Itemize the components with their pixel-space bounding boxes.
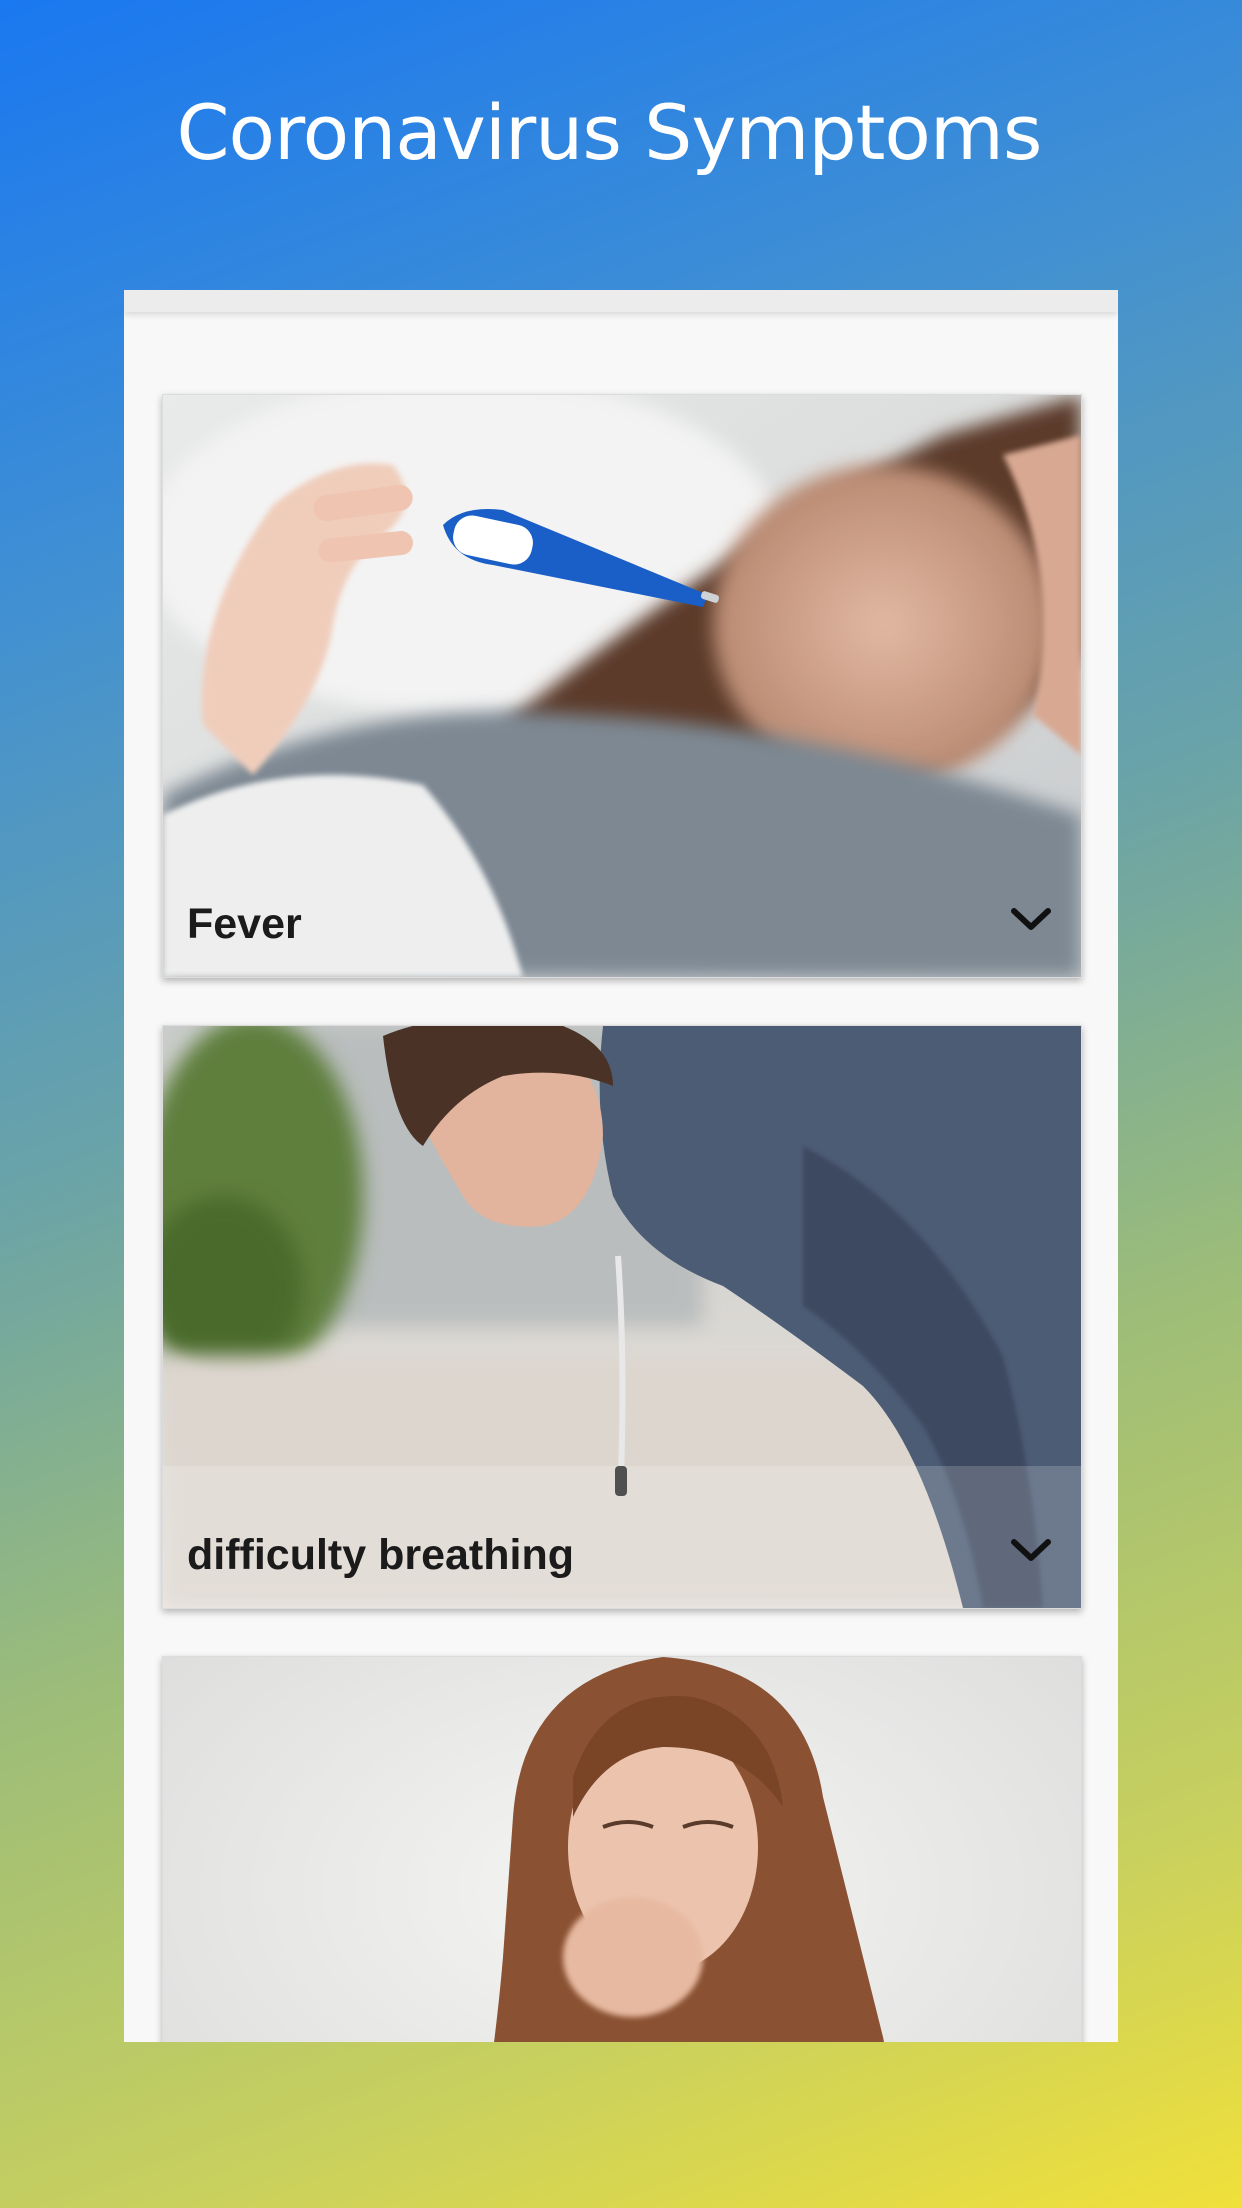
list-top-bar (124, 290, 1118, 312)
cough-photo (163, 1657, 1081, 2042)
symptom-card-difficulty-breathing[interactable]: difficulty breathing (162, 1025, 1082, 1609)
symptom-card-cough[interactable] (162, 1656, 1082, 2042)
symptom-list[interactable]: Fever difficulty breathing (124, 290, 1118, 2042)
fever-photo (163, 395, 1081, 977)
page-title: Coronavirus Symptoms (176, 88, 1042, 177)
breathing-photo (163, 1026, 1081, 1608)
card-label: difficulty breathing (187, 1531, 574, 1579)
chevron-down-icon[interactable] (1009, 1536, 1053, 1566)
chevron-down-icon[interactable] (1009, 905, 1053, 935)
card-label: Fever (187, 900, 302, 948)
symptom-card-fever[interactable]: Fever (162, 394, 1082, 978)
